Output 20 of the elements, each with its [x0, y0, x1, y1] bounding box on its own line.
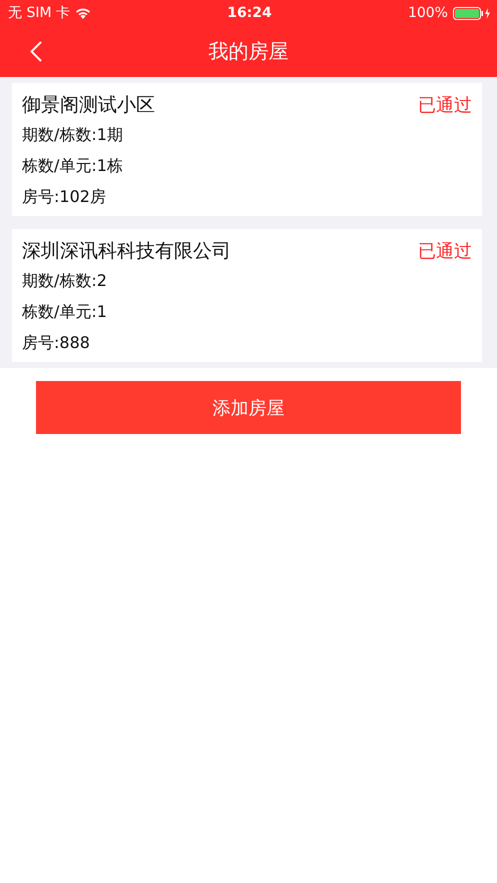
- house-name: 深圳深讯科科技有限公司: [22, 239, 231, 264]
- battery-icon: [452, 6, 491, 20]
- back-icon[interactable]: [30, 41, 42, 62]
- house-detail: 房号:102房: [22, 186, 107, 208]
- house-detail: 栋数/单元:1: [22, 301, 108, 323]
- status-label: 已通过: [418, 94, 472, 117]
- house-detail: 期数/栋数:2: [22, 270, 108, 292]
- clock-time: 16:24: [227, 5, 272, 21]
- house-detail: 期数/栋数:1期: [22, 124, 124, 146]
- house-detail: 房号:888: [22, 332, 91, 354]
- status-label: 已通过: [418, 240, 472, 263]
- house-card[interactable]: 御景阁测试小区 已通过 期数/栋数:1期 栋数/单元:1栋 房号:102房: [12, 83, 482, 216]
- house-name: 御景阁测试小区: [22, 93, 155, 118]
- page-title: 我的房屋: [208, 38, 288, 65]
- house-detail: 栋数/单元:1栋: [22, 155, 124, 177]
- add-house-button[interactable]: 添加房屋: [36, 381, 461, 434]
- battery-percent: 100%: [408, 5, 448, 21]
- wifi-icon: [75, 7, 91, 19]
- carrier-text: 无 SIM 卡: [8, 4, 70, 22]
- house-card[interactable]: 深圳深讯科科技有限公司 已通过 期数/栋数:2 栋数/单元:1 房号:888: [12, 229, 482, 362]
